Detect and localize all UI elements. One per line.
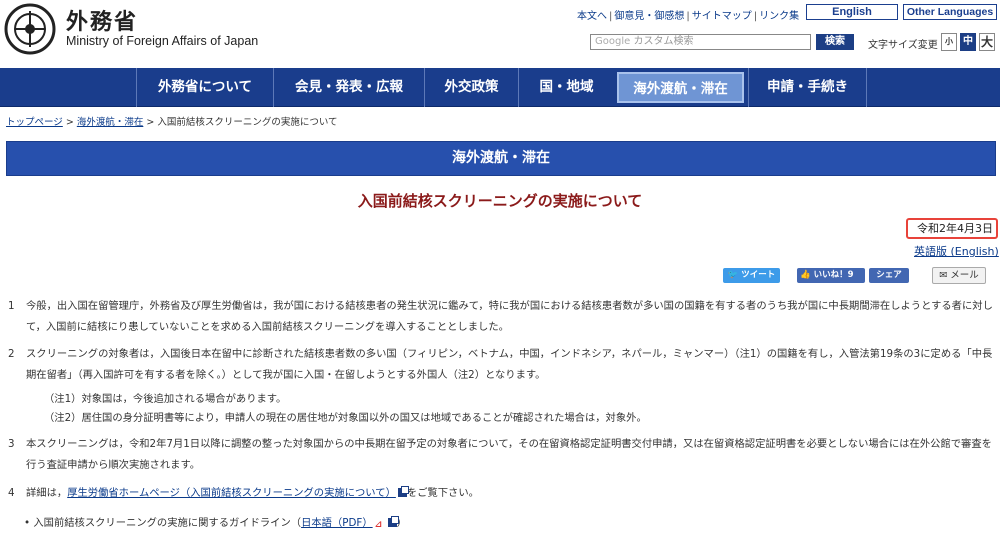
- mofa-emblem-icon[interactable]: [4, 3, 56, 55]
- utility-links: 本文へ | 御意見・御感想 | サイトマップ | リンク集: [577, 7, 799, 22]
- util-separator: |: [753, 11, 758, 22]
- guideline-pdf-link[interactable]: 日本語（PDF）: [301, 517, 373, 529]
- tweet-label: ツイート: [741, 270, 776, 280]
- breadcrumb-top[interactable]: トップページ: [6, 117, 63, 128]
- mail-icon: ✉: [939, 270, 948, 281]
- fontsize-medium-button[interactable]: 中: [960, 33, 976, 51]
- bullet-dot: •: [24, 517, 31, 529]
- list-item: • 入国前結核スクリーニングの実施に関するガイドライン（日本語（PDF） ⊿）: [24, 514, 407, 531]
- paragraph-number: 4: [8, 487, 15, 499]
- paragraph-3: 3 本スクリーニングは，令和2年7月1日以降に調整の整った対象国からの中長期在留…: [8, 434, 996, 476]
- breadcrumb-section[interactable]: 海外渡航・滞在: [77, 117, 144, 128]
- para4-suffix: をご覧下さい。: [406, 487, 479, 499]
- search-button[interactable]: 検索: [816, 34, 854, 50]
- paragraph-number: 2: [8, 348, 15, 360]
- paragraph-text: 本スクリーニングは，令和2年7月1日以降に調整の整った対象国からの中長期在留予定…: [26, 438, 992, 471]
- util-link-feedback[interactable]: 御意見・御感想: [614, 11, 684, 22]
- page-title: 入国前結核スクリーニングの実施について: [357, 192, 643, 210]
- breadcrumb-separator: >: [62, 117, 77, 128]
- like-label: いいね！9: [813, 270, 854, 280]
- util-link-links[interactable]: リンク集: [759, 11, 799, 22]
- paragraph-text: スクリーニングの対象者は，入国後日本在留中に診断された結核患者数の多い国（フィリ…: [26, 348, 993, 381]
- mail-label: メール: [950, 270, 979, 281]
- nav-item-region[interactable]: 国・地域: [518, 68, 614, 107]
- nav-item-apply[interactable]: 申請・手続き: [748, 68, 867, 107]
- paragraph-1: 1 今般，出入国在留管理庁，外務省及び厚生労働省は，我が国における結核患者の発生…: [8, 296, 996, 338]
- google-brand: Google: [595, 36, 631, 47]
- paragraph-number: 3: [8, 438, 15, 450]
- mhlw-link[interactable]: 厚生労働省ホームページ（入国前結核スクリーニングの実施について）: [67, 487, 396, 499]
- nav-item-about[interactable]: 外務省について: [136, 68, 273, 107]
- util-separator: |: [686, 11, 690, 22]
- global-nav: 外務省について 会見・発表・広報 外交政策 国・地域 海外渡航・滞在 申請・手続…: [0, 68, 1000, 107]
- pdf-icon: ⊿: [374, 520, 383, 530]
- like-button[interactable]: 👍 いいね！9: [797, 268, 865, 283]
- breadcrumb-current: 入国前結核スクリーニングの実施について: [157, 117, 338, 128]
- paragraph-text: 今般，出入国在留管理庁，外務省及び厚生労働省は，我が国における結核患者の発生状況…: [26, 300, 993, 333]
- twitter-bird-icon: 🐦: [727, 270, 739, 280]
- paragraph-2: 2 スクリーニングの対象者は，入国後日本在留中に診断された結核患者数の多い国（フ…: [8, 344, 996, 386]
- site-header: 外務省 Ministry of Foreign Affairs of Japan…: [0, 0, 1000, 68]
- section-banner: 海外渡航・滞在: [6, 141, 996, 176]
- paragraph-4: 4 詳細は，厚生労働省ホームページ（入国前結核スクリーニングの実施について） をご…: [8, 483, 996, 504]
- para4-prefix: 詳細は，: [26, 487, 68, 499]
- util-separator: |: [609, 11, 613, 22]
- nav-item-press[interactable]: 会見・発表・広報: [273, 68, 424, 107]
- publish-date: 令和2年4月3日: [906, 218, 998, 239]
- paragraph-number: 1: [8, 300, 15, 312]
- english-version-link[interactable]: 英語版 (English): [914, 243, 999, 259]
- external-link-icon: [387, 516, 399, 527]
- nav-item-travel[interactable]: 海外渡航・滞在: [617, 72, 744, 103]
- english-button[interactable]: English: [806, 4, 898, 20]
- mail-button[interactable]: ✉ メール: [932, 267, 986, 284]
- fontsize-large-button[interactable]: 大: [979, 33, 995, 51]
- note-1: （注1）対象国は，今後追加される場合があります。: [44, 393, 287, 405]
- util-link-main[interactable]: 本文へ: [577, 11, 607, 22]
- paragraph-text: 詳細は，厚生労働省ホームページ（入国前結核スクリーニングの実施について） をご覧下…: [8, 483, 996, 504]
- fontsize-label: 文字サイズ変更: [868, 40, 938, 51]
- fontsize-small-button[interactable]: 小: [941, 33, 957, 51]
- tweet-button[interactable]: 🐦 ツイート: [723, 268, 780, 283]
- thumbs-up-icon: 👍: [800, 270, 811, 280]
- breadcrumb: トップページ > 海外渡航・滞在 > 入国前結核スクリーニングの実施について: [6, 114, 338, 128]
- other-languages-button[interactable]: Other Languages: [903, 4, 997, 20]
- logo-english[interactable]: Ministry of Foreign Affairs of Japan: [66, 34, 258, 48]
- guideline-text: 入国前結核スクリーニングの実施に関するガイドライン（: [33, 517, 302, 529]
- search-input[interactable]: Google カスタム検索: [590, 34, 811, 50]
- logo-japanese[interactable]: 外務省: [66, 4, 138, 36]
- nav-item-policy[interactable]: 外交政策: [424, 68, 518, 107]
- note-2: （注2）居住国の身分証明書等により，申請人の現在の居住地が対象国以外の国又は地域…: [44, 412, 647, 424]
- util-link-sitemap[interactable]: サイトマップ: [692, 11, 752, 22]
- external-link-icon: [397, 486, 409, 497]
- share-button[interactable]: シェア: [869, 268, 909, 283]
- search-placeholder: カスタム検索: [633, 36, 694, 47]
- breadcrumb-separator: >: [143, 117, 158, 128]
